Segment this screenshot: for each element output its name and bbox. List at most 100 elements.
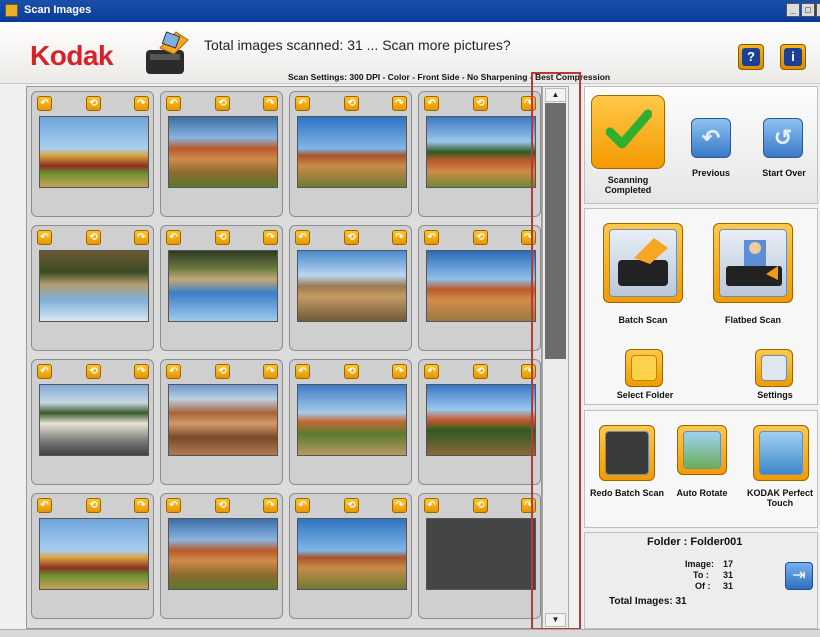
scanned-photo[interactable]: [168, 518, 278, 590]
scanned-photo[interactable]: [39, 518, 149, 590]
flip-button[interactable]: ⟲: [86, 96, 101, 111]
info-button[interactable]: i: [780, 44, 806, 70]
rotate-right-button[interactable]: ↷: [134, 96, 149, 111]
thumbnail-card[interactable]: ↶ ⟲ ↷: [418, 225, 541, 351]
flip-button[interactable]: ⟲: [86, 498, 101, 513]
thumbnail-card[interactable]: ↶ ⟲ ↷: [418, 91, 541, 217]
flip-button[interactable]: ⟲: [473, 230, 488, 245]
rotate-right-button[interactable]: ↷: [392, 96, 407, 111]
flip-button[interactable]: ⟲: [215, 230, 230, 245]
thumbnail-card[interactable]: ↶ ⟲ ↷: [289, 91, 412, 217]
start-over-button[interactable]: ↺: [763, 118, 803, 158]
thumbnail-caption-area: [419, 324, 540, 350]
scanned-photo[interactable]: [168, 116, 278, 188]
scanned-photo[interactable]: [297, 518, 407, 590]
scanned-photo[interactable]: [168, 250, 278, 322]
rotate-left-button[interactable]: ↶: [37, 230, 52, 245]
rotate-right-button[interactable]: ↷: [134, 364, 149, 379]
previous-button[interactable]: ↶: [691, 118, 731, 158]
scanned-photo[interactable]: [39, 250, 149, 322]
rotate-left-button[interactable]: ↶: [424, 96, 439, 111]
flip-button[interactable]: ⟲: [473, 498, 488, 513]
rotate-left-button[interactable]: ↶: [295, 230, 310, 245]
thumbnail-card[interactable]: ↶ ⟲ ↷: [418, 493, 541, 619]
perfect-touch-button[interactable]: [753, 425, 809, 481]
rotate-right-button[interactable]: ↷: [263, 498, 278, 513]
maximize-button[interactable]: □: [801, 3, 815, 17]
minimize-button[interactable]: _: [786, 3, 800, 17]
rotate-left-button[interactable]: ↶: [166, 96, 181, 111]
rotate-right-button[interactable]: ↷: [392, 364, 407, 379]
thumbnail-card[interactable]: ↶ ⟲ ↷: [289, 225, 412, 351]
rotate-left-button[interactable]: ↶: [424, 230, 439, 245]
empty-photo-slot[interactable]: [426, 518, 536, 590]
flip-button[interactable]: ⟲: [215, 364, 230, 379]
scanned-photo[interactable]: [297, 250, 407, 322]
auto-rotate-button[interactable]: [677, 425, 727, 475]
rotate-left-button[interactable]: ↶: [166, 498, 181, 513]
thumbnail-card[interactable]: ↶ ⟲ ↷: [160, 359, 283, 485]
help-button[interactable]: ?: [738, 44, 764, 70]
flip-button[interactable]: ⟲: [86, 364, 101, 379]
flip-button[interactable]: ⟲: [215, 498, 230, 513]
close-button[interactable]: [816, 3, 820, 17]
rotate-right-button[interactable]: ↷: [134, 230, 149, 245]
rotate-left-button[interactable]: ↶: [166, 230, 181, 245]
rotate-left-button[interactable]: ↶: [37, 498, 52, 513]
rotate-right-button[interactable]: ↷: [263, 364, 278, 379]
rotate-left-button[interactable]: ↶: [295, 498, 310, 513]
rotate-left-button[interactable]: ↶: [166, 364, 181, 379]
scanned-photo[interactable]: [39, 384, 149, 456]
flip-button[interactable]: ⟲: [473, 364, 488, 379]
thumbnail-card[interactable]: ↶ ⟲ ↷: [289, 493, 412, 619]
scanned-photo[interactable]: [39, 116, 149, 188]
thumbnail-card[interactable]: ↶ ⟲ ↷: [31, 493, 154, 619]
thumbnail-card[interactable]: ↶ ⟲ ↷: [31, 359, 154, 485]
thumbnail-card[interactable]: ↶ ⟲ ↷: [31, 91, 154, 217]
to-value: 31: [723, 570, 734, 580]
batch-scan-button[interactable]: [603, 223, 683, 303]
scanned-photo[interactable]: [168, 384, 278, 456]
next-page-icon: ⇥: [792, 567, 806, 584]
scanned-photo[interactable]: [297, 384, 407, 456]
thumbnail-card[interactable]: ↶ ⟲ ↷: [289, 359, 412, 485]
settings-label: Settings: [757, 390, 793, 400]
next-page-button[interactable]: ⇥: [785, 562, 813, 590]
rotate-left-button[interactable]: ↶: [295, 364, 310, 379]
rotate-right-button[interactable]: ↷: [134, 498, 149, 513]
flip-button[interactable]: ⟲: [473, 96, 488, 111]
flip-button[interactable]: ⟲: [86, 230, 101, 245]
flip-button[interactable]: ⟲: [344, 498, 359, 513]
flip-button[interactable]: ⟲: [344, 230, 359, 245]
flip-button[interactable]: ⟲: [344, 96, 359, 111]
image-tools-panel: Redo Batch Scan Auto Rotate KODAK Perfec…: [584, 410, 818, 528]
start-over-icon: ↺: [773, 125, 793, 150]
flip-button[interactable]: ⟲: [215, 96, 230, 111]
settings-button[interactable]: [755, 349, 793, 387]
scanned-photo[interactable]: [426, 116, 536, 188]
rotate-left-button[interactable]: ↶: [37, 96, 52, 111]
select-folder-button[interactable]: [625, 349, 663, 387]
thumbnail-card[interactable]: ↶ ⟲ ↷: [160, 91, 283, 217]
rotate-right-button[interactable]: ↷: [263, 96, 278, 111]
scanned-photo[interactable]: [426, 250, 536, 322]
rotate-right-button[interactable]: ↷: [392, 230, 407, 245]
flatbed-scan-button[interactable]: [713, 223, 793, 303]
rotate-right-button[interactable]: ↷: [392, 498, 407, 513]
rotate-left-button[interactable]: ↶: [37, 364, 52, 379]
thumbnail-card[interactable]: ↶ ⟲ ↷: [418, 359, 541, 485]
rotate-right-button[interactable]: ↷: [263, 230, 278, 245]
rotate-left-button[interactable]: ↶: [295, 96, 310, 111]
thumbnail-card[interactable]: ↶ ⟲ ↷: [160, 225, 283, 351]
scanning-completed-button[interactable]: [591, 95, 665, 169]
rotate-left-button[interactable]: ↶: [424, 498, 439, 513]
thumbnail-card[interactable]: ↶ ⟲ ↷: [31, 225, 154, 351]
rotate-left-button[interactable]: ↶: [424, 364, 439, 379]
scanned-photo[interactable]: [426, 384, 536, 456]
flip-button[interactable]: ⟲: [344, 364, 359, 379]
scrollbar-highlight-annotation: [531, 72, 581, 630]
thumbnail-card[interactable]: ↶ ⟲ ↷: [160, 493, 283, 619]
scanned-photo[interactable]: [297, 116, 407, 188]
redo-batch-scan-button[interactable]: [599, 425, 655, 481]
thumbnail-caption-area: [161, 458, 282, 484]
